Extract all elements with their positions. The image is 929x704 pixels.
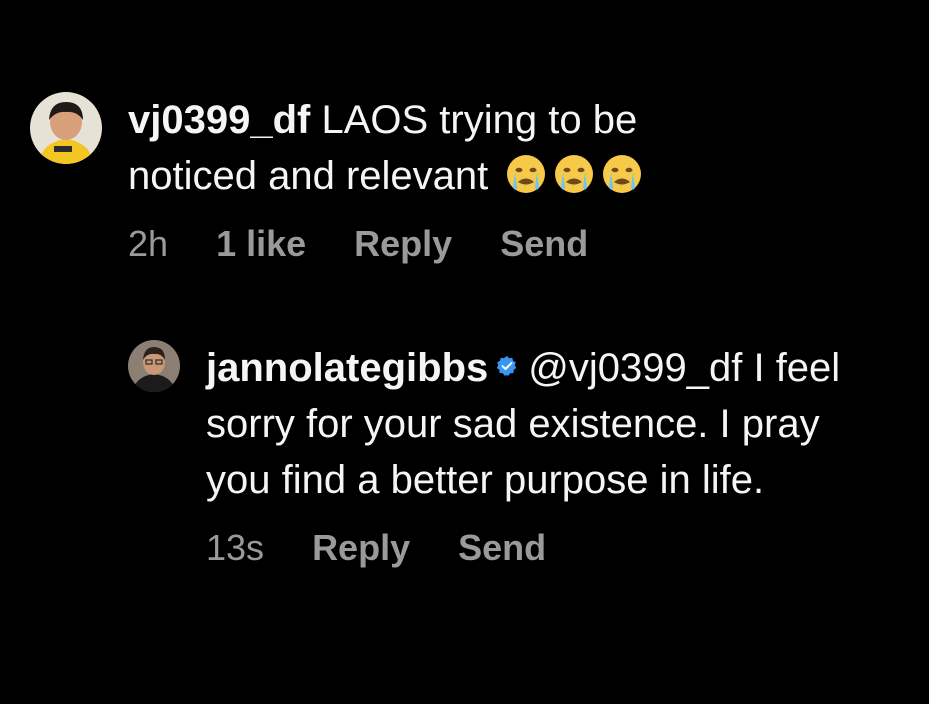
comment-meta: 2h 1 like Reply Send <box>128 222 868 266</box>
reply-button[interactable]: Reply <box>312 527 410 568</box>
like-count[interactable]: 1 like <box>216 223 306 264</box>
avatar-jannolategibbs[interactable] <box>128 340 180 392</box>
comment-body: vj0399_df LAOS trying to be noticed and … <box>128 92 868 266</box>
username[interactable]: jannolategibbs <box>206 346 488 390</box>
username[interactable]: vj0399_df <box>128 98 310 142</box>
reply-button[interactable]: Reply <box>354 223 452 264</box>
comment-time: 2h <box>128 223 169 264</box>
comment-text: jannolategibbs @vj0399_df I feel sorry fo… <box>206 340 886 508</box>
avatar-image <box>128 340 180 392</box>
mention-link[interactable]: @vj0399_df <box>528 346 742 390</box>
loudly-crying-face-icon <box>505 153 547 195</box>
loudly-crying-face-icon <box>601 153 643 195</box>
verified-badge-icon <box>496 355 518 377</box>
avatar-vj0399-df[interactable] <box>30 92 102 164</box>
comment-body: jannolategibbs @vj0399_df I feel sorry fo… <box>206 340 896 570</box>
comment-time: 13s <box>206 527 265 568</box>
send-button[interactable]: Send <box>458 527 546 568</box>
comment-meta: 13s Reply Send <box>206 526 896 570</box>
send-button[interactable]: Send <box>500 223 588 264</box>
loudly-crying-face-icon <box>553 153 595 195</box>
avatar-image <box>30 92 102 164</box>
comment-text: vj0399_df LAOS trying to be noticed and … <box>128 92 748 204</box>
